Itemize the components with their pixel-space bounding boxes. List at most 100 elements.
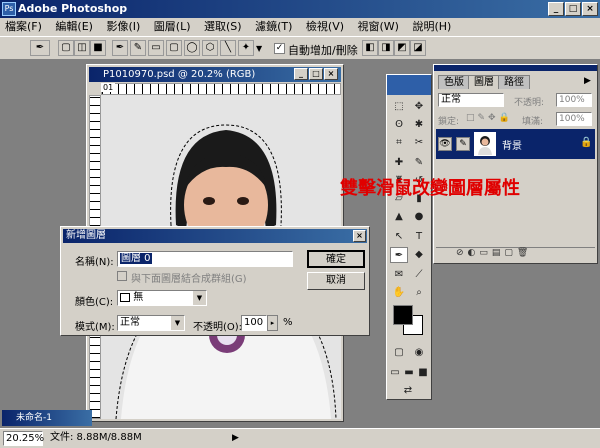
pen-tool-icon[interactable]: ✒ — [390, 247, 408, 263]
menu-image[interactable]: 影像(I) — [101, 18, 145, 36]
minimize-button[interactable]: _ — [548, 2, 564, 16]
subtract-path-icon[interactable]: ◨ — [378, 40, 394, 56]
type-tool-icon[interactable]: T — [410, 229, 428, 245]
tab-paths[interactable]: 路徑 — [498, 75, 530, 89]
blend-mode-select[interactable]: 正常 — [438, 93, 504, 107]
mode-label: 模式(M): — [75, 322, 115, 333]
group-checkbox[interactable] — [117, 271, 127, 281]
close-button[interactable]: × — [582, 2, 598, 16]
foreground-color-swatch-front[interactable] — [393, 305, 413, 325]
menu-view[interactable]: 檢視(V) — [301, 18, 349, 36]
exclude-path-icon[interactable]: ◪ — [410, 40, 426, 56]
name-label: 名稱(N): — [75, 257, 114, 268]
color-select[interactable]: 無 ▼ — [117, 290, 207, 306]
document-title: P1010970.psd @ 20.2% (RGB) — [103, 69, 256, 80]
lasso-tool-icon[interactable]: ʘ — [390, 117, 408, 133]
brush-tool-icon[interactable]: ✎ — [410, 155, 428, 171]
marquee-tool-icon[interactable]: ⬚ — [390, 99, 408, 115]
move-tool-icon[interactable]: ✥ — [410, 99, 428, 115]
tab-channels[interactable]: 色版 — [438, 75, 470, 89]
blur-tool-icon[interactable]: ▲ — [390, 209, 408, 225]
horizontal-ruler — [101, 83, 341, 95]
menu-select[interactable]: 選取(S) — [199, 18, 247, 36]
menu-edit[interactable]: 編輯(E) — [50, 18, 98, 36]
palette-titlebar — [434, 65, 597, 71]
rounded-rectangle-icon[interactable]: ▢ — [166, 40, 182, 56]
hand-tool-icon[interactable]: ✋ — [390, 285, 408, 301]
doc-maximize-button[interactable]: □ — [309, 68, 323, 80]
ellipse-icon[interactable]: ◯ — [184, 40, 200, 56]
auto-add-checkbox[interactable]: ✓ — [274, 43, 285, 54]
line-icon[interactable]: ╲ — [220, 40, 236, 56]
ok-button[interactable]: 確定 — [307, 250, 365, 268]
layer-name-input[interactable]: 圖層 0 — [117, 251, 293, 267]
layer-opacity-input[interactable]: 100% — [556, 93, 592, 107]
dialog-titlebar: 新增圖層 — [63, 229, 367, 243]
menu-bar: 檔案(F) 編輯(E) 影像(I) 圖層(L) 選取(S) 濾鏡(T) 檢視(V… — [0, 18, 600, 36]
menu-help[interactable]: 說明(H) — [407, 18, 456, 36]
standard-mode-icon[interactable]: ▢ — [390, 345, 408, 361]
menu-layer[interactable]: 圖層(L) — [149, 18, 196, 36]
path-icon[interactable]: ◫ — [74, 40, 90, 56]
color-swatch-icon — [120, 292, 130, 302]
fill-pixels-icon[interactable]: ■ — [90, 40, 106, 56]
tab-layers[interactable]: 圖層 — [468, 75, 500, 89]
zoom-field[interactable]: 20.25% — [3, 431, 44, 446]
lock-label: 鎖定: — [438, 117, 460, 127]
layers-palette: 色版 圖層 路徑 ▶ 正常 不透明: 100% 鎖定: □✎✥🔒 填滿: 100… — [433, 64, 598, 264]
options-bar: ✒ ▢ ◫ ■ ✒ ✎ ▭ ▢ ◯ ⬡ ╲ ✦ ▼ ✓ 自動增加/刪除 ◧ ◨ … — [0, 36, 600, 60]
dialog-title: 新增圖層 — [66, 230, 106, 241]
magic-wand-icon[interactable]: ✱ — [410, 117, 428, 133]
jump-to-imageready-icon[interactable]: ⇄ — [399, 383, 417, 399]
palette-menu-icon[interactable]: ▶ — [584, 76, 591, 86]
minimized-document[interactable]: 未命名-1 — [2, 410, 92, 426]
dodge-tool-icon[interactable]: ● — [410, 209, 428, 225]
shape-tool-icon[interactable]: ◆ — [410, 247, 428, 263]
chevron-down-icon[interactable]: ▼ — [256, 44, 262, 53]
opacity-input[interactable]: 100 — [241, 315, 267, 331]
doc-minimize-button[interactable]: _ — [294, 68, 308, 80]
lock-icons[interactable]: □✎✥🔒 — [466, 113, 513, 123]
screen-mode-standard-icon[interactable]: ▭ — [388, 365, 402, 381]
slice-tool-icon[interactable]: ✂ — [410, 135, 428, 151]
opacity-slider-button[interactable]: ▸ — [267, 315, 278, 331]
fill-input[interactable]: 100% — [556, 112, 592, 126]
visibility-eye-icon[interactable]: 👁 — [438, 137, 452, 151]
eyedropper-icon[interactable]: ⟋ — [410, 267, 428, 283]
blend-mode-value: 正常 — [441, 94, 461, 105]
eye-logo-icon[interactable] — [387, 75, 431, 95]
polygon-icon[interactable]: ⬡ — [202, 40, 218, 56]
quick-mask-icon[interactable]: ◉ — [410, 345, 428, 361]
screen-mode-menu-icon[interactable]: ▬ — [402, 365, 416, 381]
add-to-path-icon[interactable]: ◧ — [362, 40, 378, 56]
path-select-icon[interactable]: ↖ — [390, 229, 408, 245]
intersect-path-icon[interactable]: ◩ — [394, 40, 410, 56]
custom-shape-icon[interactable]: ✦ — [238, 40, 254, 56]
layer-name-value: 圖層 0 — [120, 253, 152, 264]
pen-icon[interactable]: ✒ — [112, 40, 128, 56]
rectangle-icon[interactable]: ▭ — [148, 40, 164, 56]
pen-tool-preset-icon[interactable]: ✒ — [30, 40, 50, 56]
menu-file[interactable]: 檔案(F) — [0, 18, 47, 36]
shape-layer-icon[interactable]: ▢ — [58, 40, 74, 56]
zoom-tool-icon[interactable]: ⌕ — [410, 285, 428, 301]
opacity-label: 不透明(O): — [193, 322, 243, 333]
menu-window[interactable]: 視窗(W) — [353, 18, 404, 36]
dialog-close-button[interactable]: × — [353, 230, 366, 242]
toolbox: ⬚ ✥ ʘ ✱ ⌗ ✂ ✚ ✎ ♜ ↺ ▱ ▮ ▲ ● ↖ T ✒ ◆ ✉ ⟋ … — [386, 74, 432, 400]
freeform-pen-icon[interactable]: ✎ — [130, 40, 146, 56]
layer-row-background[interactable]: 👁 ✎ 背景 🔒 — [436, 129, 595, 159]
notes-tool-icon[interactable]: ✉ — [390, 267, 408, 283]
layer-name: 背景 — [502, 141, 522, 152]
screen-mode-full-icon[interactable]: ■ — [416, 365, 430, 381]
opacity-unit: % — [283, 317, 293, 328]
maximize-button[interactable]: □ — [565, 2, 581, 16]
healing-brush-icon[interactable]: ✚ — [390, 155, 408, 171]
doc-close-button[interactable]: × — [324, 68, 338, 80]
cancel-button[interactable]: 取消 — [307, 272, 365, 290]
layer-footer-buttons[interactable]: ⊘◐▭▤▢🗑 — [436, 247, 595, 261]
crop-tool-icon[interactable]: ⌗ — [390, 135, 408, 151]
mode-select[interactable]: 正常 ▼ — [117, 315, 185, 331]
status-arrow-icon[interactable]: ▶ — [232, 429, 239, 447]
menu-filter[interactable]: 濾鏡(T) — [250, 18, 297, 36]
